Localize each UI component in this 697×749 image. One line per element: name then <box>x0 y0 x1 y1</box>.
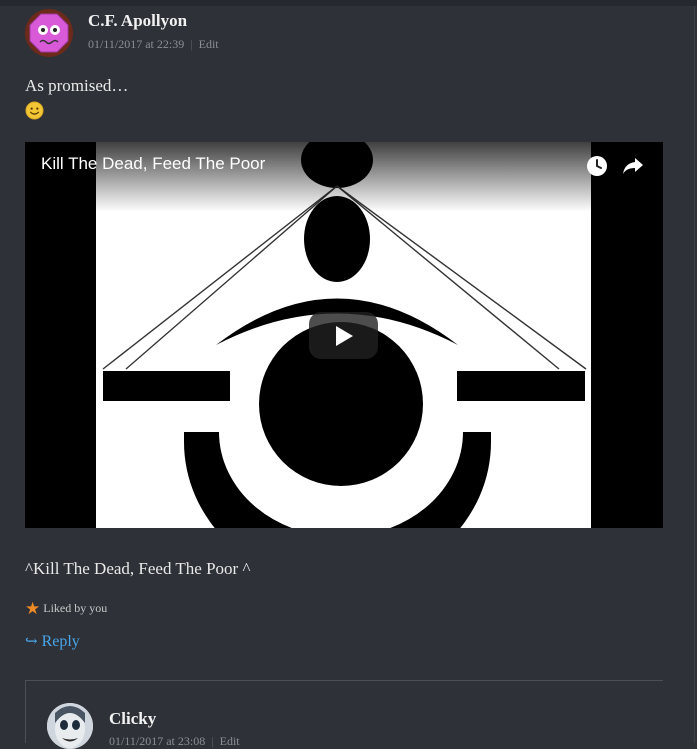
comment-author[interactable]: C.F. Apollyon <box>88 11 187 31</box>
video-title[interactable]: Kill The Dead, Feed The Poor <box>41 154 265 174</box>
nested-reply-border-top <box>25 680 663 681</box>
share-icon[interactable] <box>621 155 645 177</box>
smile-emoji-icon <box>25 101 44 120</box>
edit-link[interactable]: Edit <box>199 37 219 51</box>
top-divider <box>0 0 697 6</box>
reply-link[interactable]: ↪ Reply <box>25 632 80 651</box>
comment-timestamp[interactable]: 01/11/2017 at 22:39 <box>88 37 184 51</box>
reply-timestamp[interactable]: 01/11/2017 at 23:08 <box>109 734 205 748</box>
video-embed[interactable]: Kill The Dead, Feed The Poor <box>25 142 663 528</box>
reply-edit-link[interactable]: Edit <box>220 734 240 748</box>
clock-icon[interactable] <box>586 155 608 177</box>
like-status[interactable]: ★ Liked by you <box>25 600 107 617</box>
reply-meta: 01/11/2017 at 23:08 | Edit <box>109 734 240 749</box>
play-button[interactable] <box>309 312 378 359</box>
nested-reply-border-left <box>25 680 26 743</box>
video-caption: ^Kill The Dead, Feed The Poor ^ <box>25 559 251 578</box>
meta-separator: | <box>190 37 193 51</box>
star-icon: ★ <box>25 599 41 618</box>
reply-author[interactable]: Clicky <box>109 709 156 729</box>
comment-text: As promised… <box>25 76 129 95</box>
reply-meta-separator: | <box>211 734 214 748</box>
face-avatar-icon <box>47 703 93 749</box>
liked-label: Liked by you <box>43 601 108 615</box>
reply-arrow-icon: ↪ <box>25 634 38 650</box>
video-title-gradient <box>25 142 663 212</box>
octagon-face-icon <box>29 13 69 53</box>
play-icon <box>335 325 353 346</box>
right-border <box>694 6 695 743</box>
comment-meta: 01/11/2017 at 22:39 | Edit <box>88 37 219 52</box>
reply-label: Reply <box>41 632 80 650</box>
author-avatar[interactable] <box>25 9 73 57</box>
reply-author-avatar[interactable] <box>47 703 93 749</box>
